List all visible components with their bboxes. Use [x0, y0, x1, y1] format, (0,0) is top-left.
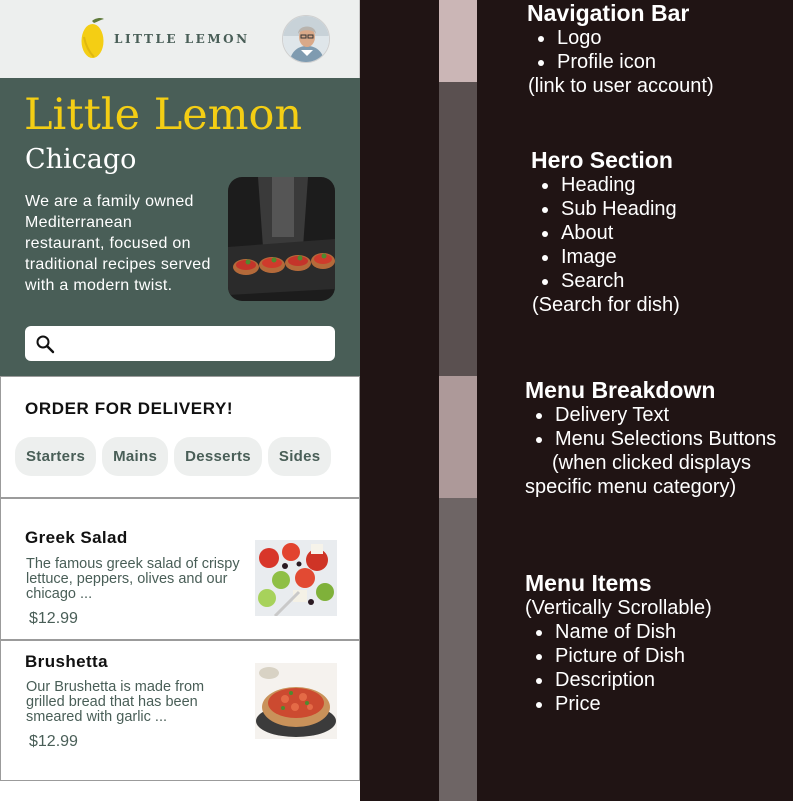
dish-image — [255, 663, 337, 739]
dish-name: Greek Salad — [25, 528, 128, 547]
annotation-heading: Menu Items — [525, 570, 652, 596]
search-icon — [36, 335, 55, 354]
wireframe-canvas: LITTLE LEMON Little Lemon Chicago We are… — [0, 0, 793, 801]
menu-item[interactable]: Greek Salad The famous greek salad of cr… — [0, 498, 360, 640]
annotation-bullet: About — [531, 221, 680, 245]
dish-description: The famous greek salad of crispy lettuce… — [26, 556, 240, 602]
dish-price: $12.99 — [29, 610, 78, 627]
profile-photo-icon — [283, 16, 329, 62]
dish-image — [255, 540, 337, 616]
section-marker-items — [439, 498, 477, 801]
annotation-note: (when clicked displays — [552, 452, 751, 474]
section-marker-hero — [439, 82, 477, 376]
annotation-nav: Navigation Bar Logo Profile icon (link t… — [527, 0, 714, 98]
logo[interactable]: LITTLE LEMON — [80, 17, 250, 60]
annotation-bullet: Delivery Text — [525, 403, 776, 427]
annotation-bullet: Menu Selections Buttons — [525, 427, 776, 451]
annotation-bullet: Picture of Dish — [525, 644, 712, 668]
annotation-note: (link to user account) — [528, 75, 714, 97]
category-button-mains[interactable]: Mains — [102, 437, 169, 476]
lemon-icon — [81, 17, 104, 58]
annotation-heading: Hero Section — [531, 147, 673, 173]
hero-about-text: We are a family owned Mediterranean rest… — [25, 193, 211, 294]
annotation-heading: Navigation Bar — [527, 0, 690, 26]
annotation-bullet: Profile icon — [527, 50, 714, 74]
search-input[interactable] — [25, 326, 335, 361]
delivery-heading: ORDER FOR DELIVERY! — [25, 399, 234, 418]
annotation-bullet: Heading — [531, 173, 680, 197]
category-button-sides[interactable]: Sides — [267, 437, 332, 476]
category-button-starters[interactable]: Starters — [15, 437, 97, 476]
hero-image — [228, 177, 335, 301]
category-button-desserts[interactable]: Desserts — [174, 437, 262, 476]
annotation-bullet: Search — [531, 269, 680, 293]
annotation-breakdown: Menu Breakdown Delivery Text Menu Select… — [525, 377, 776, 499]
annotation-note: (Search for dish) — [532, 294, 680, 316]
annotation-bullet: Logo — [527, 26, 714, 50]
bruschetta-platter-icon — [228, 177, 335, 301]
annotation-bullet: Price — [525, 692, 712, 716]
section-marker-nav — [439, 0, 477, 82]
mobile-app-mockup: LITTLE LEMON Little Lemon Chicago We are… — [0, 0, 360, 801]
annotation-bullet: Sub Heading — [531, 197, 680, 221]
annotation-note: specific menu category) — [525, 476, 737, 498]
section-marker-breakdown — [439, 376, 477, 498]
greek-salad-icon — [255, 540, 337, 616]
annotation-hero: Hero Section Heading Sub Heading About I… — [531, 147, 680, 317]
annotation-note: (Vertically Scrollable) — [525, 597, 712, 619]
annotation-bullet: Description — [525, 668, 712, 692]
dish-price: $12.99 — [29, 733, 78, 750]
dish-name: Brushetta — [25, 652, 108, 671]
hero-heading: Little Lemon — [24, 90, 303, 140]
navigation-bar: LITTLE LEMON — [0, 0, 360, 78]
hero-subheading: Chicago — [25, 144, 137, 175]
menu-breakdown: ORDER FOR DELIVERY! Starters Mains Desse… — [0, 376, 360, 498]
category-buttons: Starters Mains Desserts Sides — [15, 437, 332, 476]
hero-section: Little Lemon Chicago We are a family own… — [0, 78, 360, 376]
profile-avatar[interactable] — [282, 15, 330, 63]
annotation-bullet: Name of Dish — [525, 620, 712, 644]
logo-text: LITTLE LEMON — [114, 31, 250, 46]
menu-item[interactable]: Brushetta Our Brushetta is made from gri… — [0, 640, 360, 781]
annotation-heading: Menu Breakdown — [525, 377, 716, 403]
annotation-items: Menu Items (Vertically Scrollable) Name … — [525, 570, 712, 716]
dish-description: Our Brushetta is made from grilled bread… — [26, 679, 205, 725]
bruschetta-icon — [255, 663, 337, 739]
annotation-bullet: Image — [531, 245, 680, 269]
